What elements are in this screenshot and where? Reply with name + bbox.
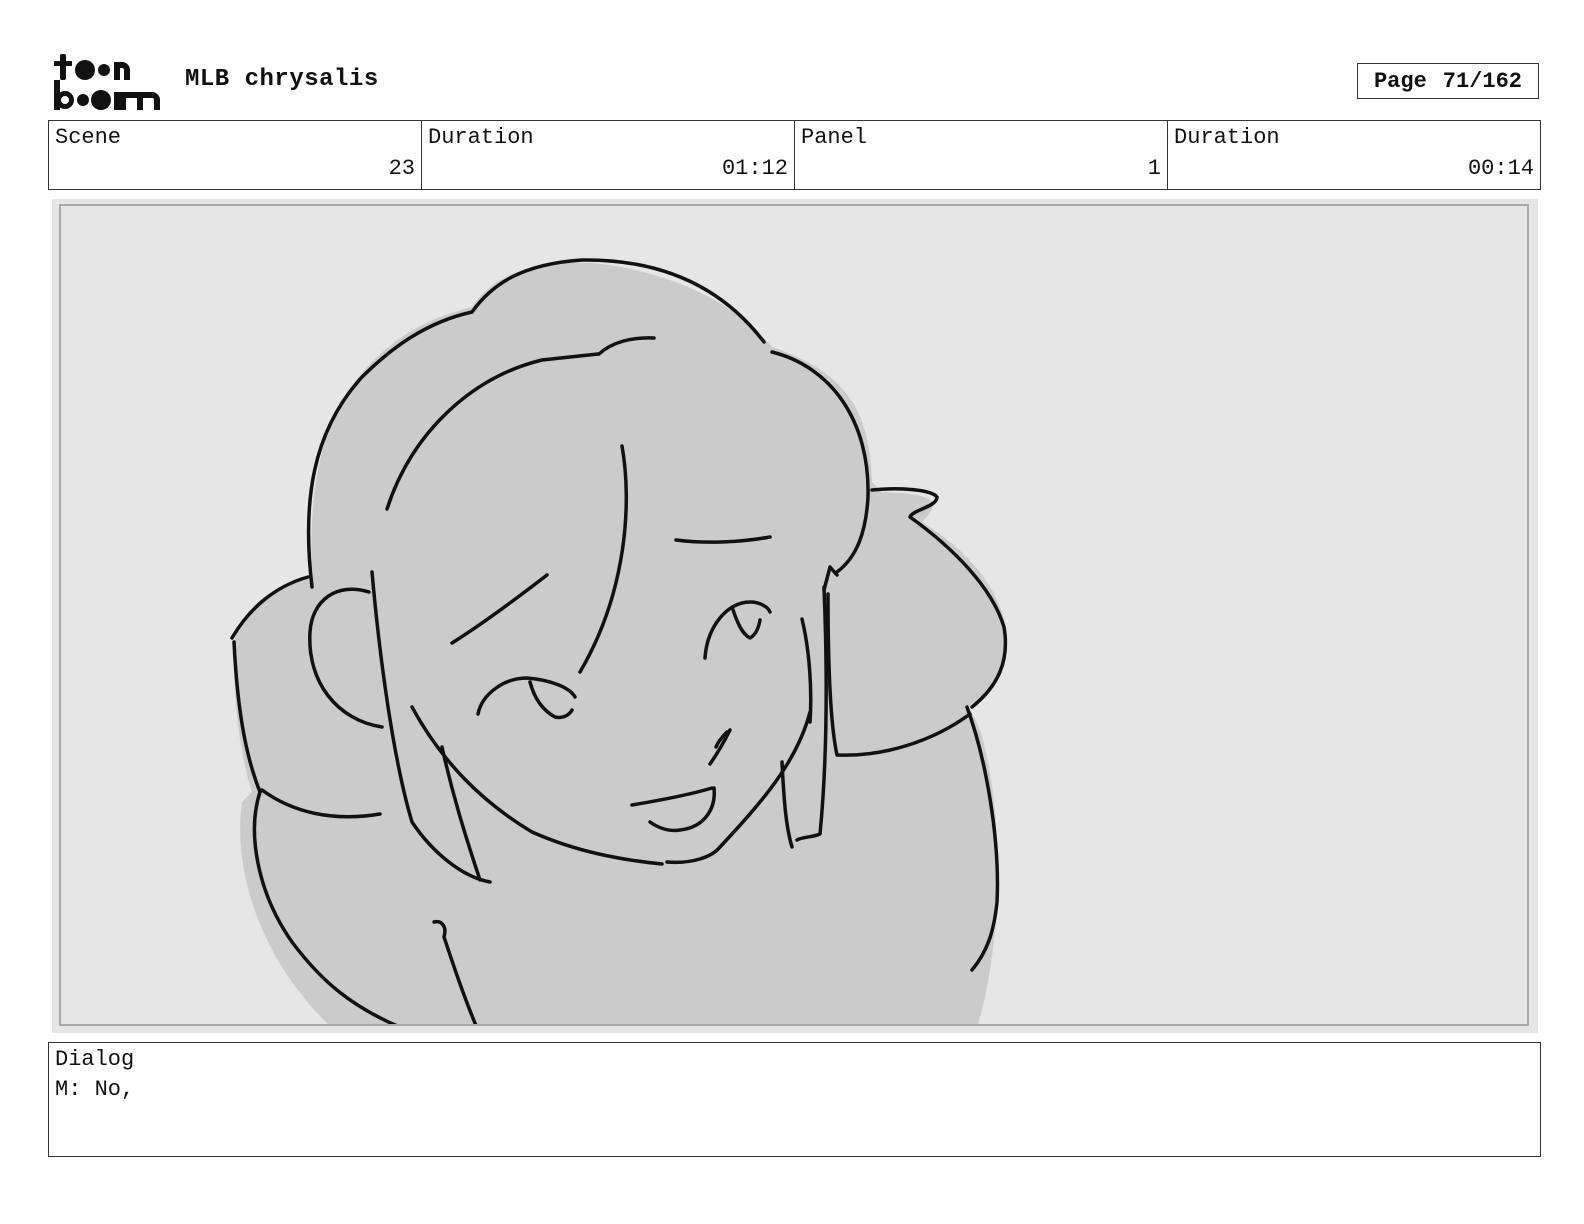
page-label: Page <box>1373 68 1427 94</box>
dialog-text: M: No, <box>55 1077 135 1102</box>
page-value: 71/162 <box>1442 68 1523 94</box>
scene-duration-cell: Duration 01:12 <box>422 121 795 189</box>
dialog-box: Dialog M: No, <box>48 1042 1541 1157</box>
panel-cell: Panel 1 <box>795 121 1168 189</box>
character-sketch <box>230 258 1008 1024</box>
scene-duration-label: Duration <box>428 125 534 150</box>
panel-duration-label: Duration <box>1174 125 1280 150</box>
panel-duration-value: 00:14 <box>1467 156 1534 181</box>
character-fill <box>233 262 1008 1024</box>
toonboom-logo <box>52 50 164 112</box>
scene-duration-value: 01:12 <box>721 156 788 181</box>
project-title: MLB chrysalis <box>185 66 379 93</box>
storyboard-panel <box>52 199 1538 1033</box>
page-indicator: Page 71/162 <box>1357 63 1539 99</box>
toonboom-logo-mark <box>54 54 160 110</box>
panel-duration-cell: Duration 00:14 <box>1168 121 1540 189</box>
dialog-label: Dialog <box>55 1047 135 1072</box>
scene-cell: Scene 23 <box>49 121 422 189</box>
storyboard-drawing-area <box>59 204 1529 1026</box>
scene-label: Scene <box>55 125 122 150</box>
scene-value: 23 <box>388 156 415 181</box>
panel-info-row: Scene 23 Duration 01:12 Panel 1 Duration… <box>48 120 1541 190</box>
panel-label: Panel <box>801 125 868 150</box>
panel-value: 1 <box>1147 156 1161 181</box>
